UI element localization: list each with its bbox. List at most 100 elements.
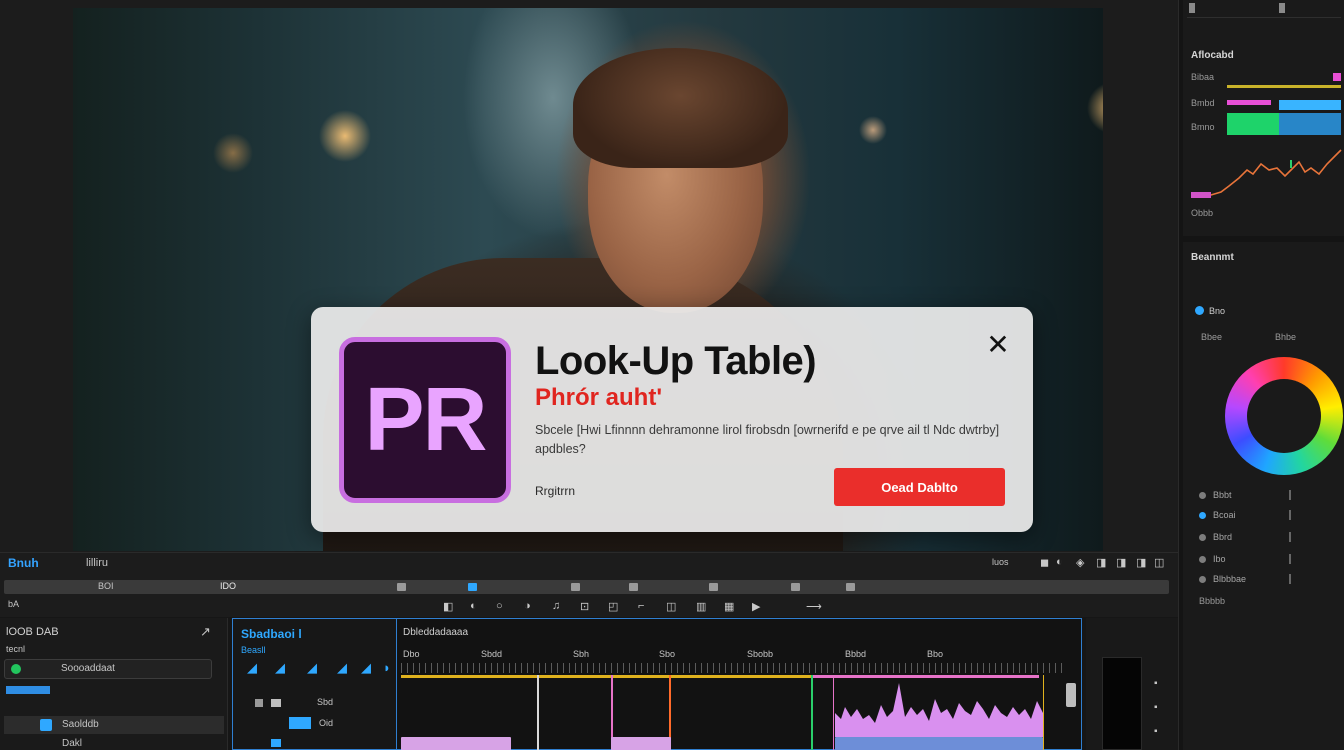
meter-icon[interactable]: ▪ (1154, 726, 1158, 737)
mark-out-icon[interactable]: ◐ (470, 600, 477, 612)
work-area-bar[interactable] (401, 675, 813, 678)
transport-bar: Bnuh lilliru luos ◼ ◐ ◈ ◨ ◨ ◨ ◫ BOI IDO … (0, 552, 1178, 617)
scope-swatch (1333, 73, 1341, 81)
expand-icon[interactable]: ↗ (200, 624, 211, 640)
lift-icon[interactable]: ⌐ (638, 600, 644, 612)
search-input[interactable]: Soooaddaat (4, 659, 212, 679)
param-slider[interactable] (1289, 510, 1291, 520)
track-label: Oid (319, 718, 334, 728)
in-point-icon[interactable] (468, 583, 477, 591)
marker-line[interactable] (537, 675, 539, 750)
panel-icon[interactable]: ◨ (1096, 556, 1106, 569)
sequence-label: lilliru (86, 557, 108, 569)
play-icon[interactable]: ▶ (752, 600, 760, 613)
insert-icon[interactable]: ⊡ (580, 600, 589, 613)
playback-icon[interactable]: ◐ (1056, 556, 1063, 568)
scope-bar-blue (1279, 100, 1341, 110)
playhead[interactable] (811, 675, 813, 750)
project-row[interactable]: Dakl (4, 735, 224, 750)
panel-icon[interactable]: ◨ (1116, 556, 1126, 569)
color-tab-label[interactable]: Bno (1209, 306, 1225, 316)
param-slider[interactable] (1289, 532, 1291, 542)
tool-icon[interactable]: ◢ (275, 660, 289, 675)
param-slider[interactable] (1289, 574, 1291, 584)
compare-icon[interactable]: ▦ (724, 600, 734, 613)
param-row[interactable]: Bbbt (1199, 488, 1339, 504)
marker-icon[interactable] (709, 583, 718, 591)
marker-icon[interactable] (571, 583, 580, 591)
meter-icon[interactable]: ▪ (1154, 678, 1158, 689)
time-ruler[interactable]: BOI IDO (4, 580, 1169, 594)
marker-icon[interactable] (629, 583, 638, 591)
toolbar-grip-icon[interactable] (1279, 3, 1285, 13)
audio-icon[interactable]: ♫ (552, 600, 560, 612)
color-footer-label: Bbbbb (1199, 596, 1226, 606)
dialog-subtitle: Phrór auht' (535, 384, 663, 411)
track-toggle-icon[interactable] (255, 699, 263, 707)
timeline-scrollbar[interactable] (1066, 683, 1076, 707)
work-area-bar[interactable] (813, 675, 1039, 678)
lut-dialog: PR Look-Up Table) Phrór auht' Sbcele [Hw… (311, 307, 1033, 532)
marker-icon[interactable] (791, 583, 800, 591)
audio-clip[interactable] (835, 737, 1043, 750)
overwrite-icon[interactable]: ◰ (608, 600, 618, 613)
timeline-ruler[interactable] (401, 663, 1067, 673)
audio-clip[interactable] (401, 737, 511, 750)
marker-line[interactable] (833, 675, 834, 750)
meter-icon[interactable]: ▪ (1154, 702, 1158, 713)
tool-icon[interactable]: ◢ (307, 660, 321, 675)
ruler-label: Bbo (927, 649, 944, 659)
step-back-icon[interactable]: ◑ (524, 600, 531, 612)
search-value: Soooaddaat (61, 663, 115, 674)
tool-icon[interactable]: ◢ (361, 660, 375, 675)
project-title[interactable]: lOOB DAB (6, 626, 59, 638)
color-section-label: Bhbe (1275, 332, 1297, 342)
tool-icon[interactable]: ◗ (383, 660, 397, 675)
toolbar-grip-icon[interactable] (1189, 3, 1195, 13)
ruler-code: IDO (220, 581, 237, 591)
mark-in-icon[interactable]: ◧ (443, 600, 453, 613)
color-section-label: Bbee (1201, 332, 1223, 342)
secondary-link[interactable]: Rrgitrrn (535, 484, 575, 498)
param-row[interactable]: Bbrd (1199, 530, 1339, 546)
track-highlight[interactable] (289, 717, 311, 729)
go-to-in-icon[interactable]: ○ (496, 600, 503, 612)
marker-icon[interactable] (846, 583, 855, 591)
export-frame-icon[interactable]: ▥ (696, 600, 706, 613)
color-panel-title: Beannmt (1191, 252, 1234, 263)
source-panel: Sbadbaoi l Beasll ◢ ◢ ◢ ◢ ◢ ◗ Sbd Oid (232, 618, 396, 750)
panel-icon[interactable]: ◫ (1154, 556, 1164, 569)
panel-icon[interactable]: ◨ (1136, 556, 1146, 569)
param-row[interactable]: Blbbbae (1199, 572, 1339, 588)
track-toggle-icon[interactable] (271, 739, 281, 747)
track-lock-icon[interactable] (271, 699, 281, 707)
tool-icon[interactable]: ◢ (247, 660, 261, 675)
extract-icon[interactable]: ◫ (666, 600, 676, 613)
source-title[interactable]: Sbadbaoi l (241, 627, 302, 641)
primary-button[interactable]: Oead Dablto (834, 468, 1005, 506)
project-row[interactable]: Saolddb (4, 716, 224, 734)
marker-icon[interactable] (397, 583, 406, 591)
panel-name[interactable]: Bnuh (8, 556, 39, 570)
param-label: Ibo (1213, 554, 1226, 564)
timeline-title[interactable]: Dbleddadaaaa (403, 627, 468, 638)
scopes-panel: Aflocabd Bibaa Bmbd Bmno Obbb (1183, 0, 1344, 236)
tool-icon[interactable]: ◢ (337, 660, 351, 675)
settings-icon[interactable]: ◈ (1076, 556, 1084, 569)
scope-label: Bmbd (1191, 98, 1215, 108)
audio-clip[interactable] (611, 737, 671, 750)
param-label: Bbbt (1213, 490, 1232, 500)
forward-icon[interactable]: ⟶ (806, 600, 822, 613)
close-icon[interactable]: ✕ (981, 327, 1015, 361)
right-panel-column: Aflocabd Bibaa Bmbd Bmno Obbb Beannmt Bn… (1178, 0, 1344, 750)
param-row[interactable]: Bcoai (1199, 508, 1339, 524)
search-icon (11, 664, 21, 674)
param-row[interactable]: Ibo (1199, 552, 1339, 568)
premiere-pro-logo: PR (339, 337, 511, 503)
color-wheel[interactable] (1225, 357, 1343, 475)
marker-line[interactable] (1043, 675, 1044, 750)
stop-icon[interactable]: ◼ (1040, 556, 1049, 569)
enable-toggle[interactable] (1195, 306, 1204, 315)
param-slider[interactable] (1289, 490, 1291, 500)
param-slider[interactable] (1289, 554, 1291, 564)
